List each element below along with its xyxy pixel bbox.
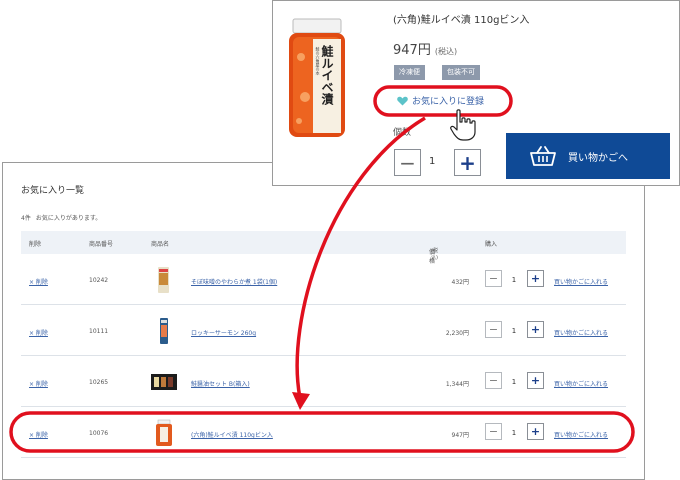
favorites-count-number: 4件 — [21, 215, 31, 222]
product-name-link[interactable]: 鮭醤油セット B(箱入) — [191, 379, 250, 388]
detail-quantity-plus-button[interactable]: + — [454, 149, 481, 176]
quantity-minus-button[interactable]: − — [485, 423, 502, 440]
detail-quantity-value: 1 — [429, 156, 436, 167]
delete-link[interactable]: × 削除 — [29, 430, 48, 439]
tax-note: (税込) — [434, 47, 458, 56]
favorites-table-header: 削除 商品番号 商品名 価格 (税込) 購入 — [21, 231, 626, 265]
delete-link[interactable]: × 削除 — [29, 379, 48, 388]
delete-link[interactable]: × 削除 — [29, 277, 48, 286]
table-row: × 削除 10265 鮭醤油セット B(箱入) 1,344円 − 1 + 買い物… — [21, 357, 626, 407]
favorites-count: 4件 お気に入りがあります。 — [21, 213, 101, 222]
product-code: 10242 — [89, 277, 109, 284]
favorites-count-text: お気に入りがあります。 — [35, 215, 102, 222]
quantity-minus-button[interactable]: − — [485, 321, 502, 338]
quantity-value: 1 — [511, 429, 517, 437]
product-price: 2,230円 — [445, 330, 469, 337]
add-to-cart-link[interactable]: 買い物かごに入れる — [554, 328, 608, 337]
jar-label-text: 鮭ルイベ漬 — [320, 44, 334, 106]
quantity-minus-button[interactable]: − — [485, 270, 502, 287]
cart-button-label: 買い物かごへ — [568, 152, 628, 164]
add-to-cart-link[interactable]: 買い物かごに入れる — [554, 277, 608, 286]
header-code: 商品番号 — [89, 241, 114, 248]
quantity-value: 1 — [511, 327, 517, 335]
badge-frozen: 冷凍便 — [394, 65, 425, 80]
quantity-plus-button[interactable]: + — [527, 372, 544, 389]
favorites-list-panel: お気に入り一覧 4件 お気に入りがあります。 削除 商品番号 商品名 価格 (税込)… — [2, 162, 645, 480]
product-name-link[interactable]: ロッキーサーモン 260g — [191, 328, 256, 337]
quantity-value: 1 — [511, 276, 517, 284]
product-price: 432円 — [451, 279, 469, 286]
badge-no-wrapping: 包装不可 — [442, 65, 480, 80]
product-price: 1,344円 — [445, 381, 469, 388]
quantity-plus-button[interactable]: + — [527, 270, 544, 287]
product-price: 947円 — [451, 432, 469, 439]
delete-link[interactable]: × 削除 — [29, 328, 48, 337]
header-buy: 購入 — [485, 241, 498, 248]
header-delete: 削除 — [29, 241, 42, 248]
product-name-link[interactable]: (六角)鮭ルイベ漬 110gビン入 — [191, 430, 273, 439]
table-row: × 削除 10076 (六角)鮭ルイベ漬 110gビン入 947円 − 1 + … — [21, 408, 626, 458]
quantity-plus-button[interactable]: + — [527, 423, 544, 440]
product-detail-panel: 鮭ルイベ漬 鮭の六角屋の本 (六角)鮭ルイベ漬 110gビン入 947円 (税込)… — [272, 0, 680, 186]
quantity-minus-button[interactable]: − — [485, 372, 502, 389]
cart-button[interactable]: 買い物かごへ — [506, 133, 670, 179]
product-thumbnail[interactable] — [151, 419, 177, 447]
detail-quantity-minus-button[interactable]: − — [394, 149, 421, 176]
product-code: 10265 — [89, 379, 109, 386]
header-name: 商品名 — [151, 241, 170, 248]
product-thumbnail[interactable] — [151, 266, 177, 294]
product-code: 10076 — [89, 430, 109, 437]
add-to-cart-link[interactable]: 買い物かごに入れる — [554, 379, 608, 388]
heart-icon — [397, 96, 408, 106]
add-to-favorites-button[interactable]: お気に入りに登録 — [397, 94, 484, 107]
product-image[interactable]: 鮭ルイベ漬 鮭の六角屋の本 — [281, 17, 353, 139]
product-name-link[interactable]: そぼ味噌のやわらか煮 1袋(1個) — [191, 277, 277, 286]
shopping-basket-icon — [530, 146, 556, 166]
price-value: 947円 — [393, 43, 431, 58]
favorites-title: お気に入り一覧 — [21, 186, 85, 196]
product-title: (六角)鮭ルイベ漬 110gビン入 — [393, 15, 530, 26]
product-thumbnail[interactable] — [151, 368, 177, 396]
table-row: × 削除 10242 そぼ味噌のやわらか煮 1袋(1個) 432円 − 1 + … — [21, 255, 626, 305]
quantity-label: 個数 — [393, 128, 412, 138]
product-thumbnail[interactable] — [151, 317, 177, 345]
jar-small-text: 鮭の六角屋の本 — [316, 46, 321, 76]
quantity-plus-button[interactable]: + — [527, 321, 544, 338]
add-to-cart-link[interactable]: 買い物かごに入れる — [554, 430, 608, 439]
product-code: 10111 — [89, 328, 109, 335]
favorite-label: お気に入りに登録 — [412, 97, 485, 107]
table-row: × 削除 10111 ロッキーサーモン 260g 2,230円 − 1 + 買い… — [21, 306, 626, 356]
product-price-large: 947円 (税込) — [393, 39, 457, 58]
quantity-value: 1 — [511, 378, 517, 386]
